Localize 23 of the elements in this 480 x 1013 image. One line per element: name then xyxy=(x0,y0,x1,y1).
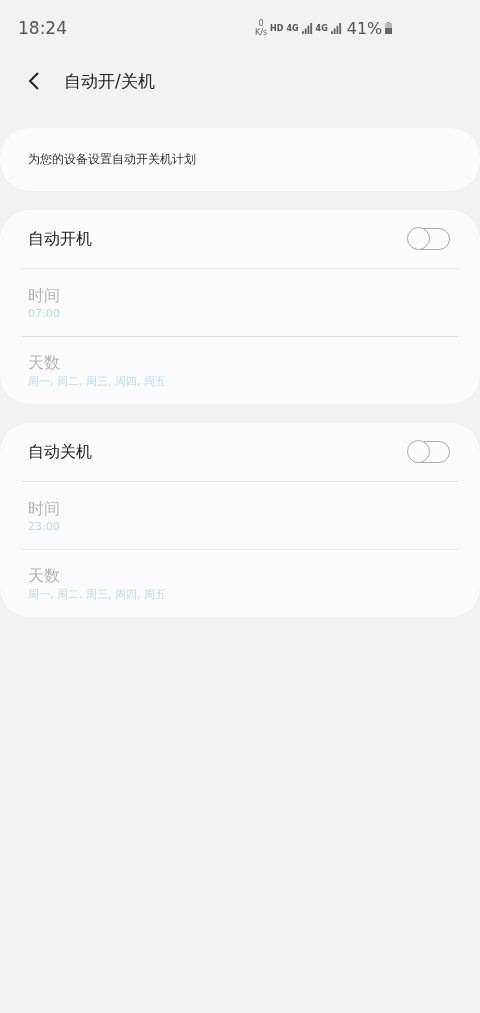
status-time: 18:24 xyxy=(18,18,67,38)
network-label: 4G xyxy=(286,23,299,33)
setting-label[interactable]: 天数 xyxy=(28,565,452,587)
signal-icon xyxy=(330,22,342,34)
schedule-title: 自动开机 xyxy=(28,228,92,250)
toggle-switch[interactable] xyxy=(408,228,450,250)
setting-label[interactable]: 天数 xyxy=(28,352,452,374)
setting-value: 07:00 xyxy=(28,306,61,320)
network-label: 4G xyxy=(315,23,328,33)
setting-label[interactable]: 时间 xyxy=(28,285,452,307)
setting-value: 23:00 xyxy=(28,519,61,533)
setting-label[interactable]: 时间 xyxy=(28,498,452,520)
description-text: 为您的设备设置自动开关机计划 xyxy=(28,151,196,168)
back-icon xyxy=(28,71,40,91)
signal-icon xyxy=(301,22,313,34)
net-speed-unit: K/s xyxy=(255,28,268,37)
battery-percent: 41% xyxy=(346,18,383,38)
net-speed-value: 0 xyxy=(258,19,264,28)
page-title: 自动开/关机 xyxy=(64,69,155,93)
battery-icon xyxy=(385,22,393,34)
toggle-switch[interactable] xyxy=(408,441,450,463)
schedule-title: 自动关机 xyxy=(28,441,92,463)
hd-label: HD xyxy=(270,23,284,33)
